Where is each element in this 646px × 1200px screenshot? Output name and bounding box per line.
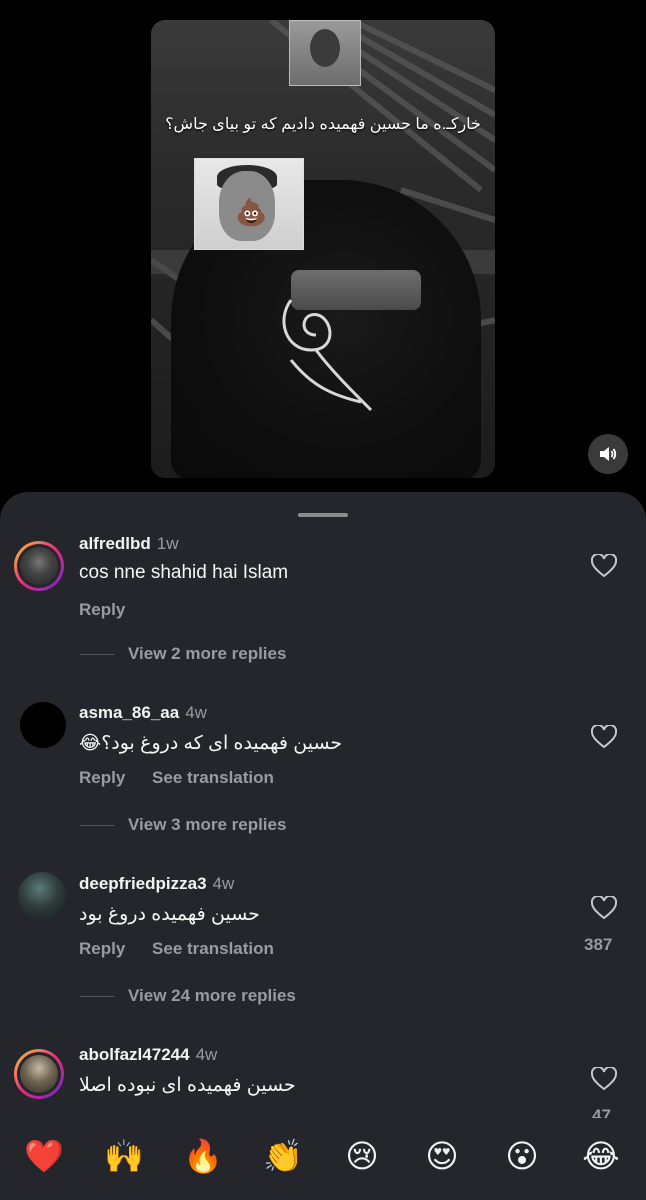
emoji-crying-button[interactable]: 😢: [340, 1140, 384, 1172]
see-translation-button[interactable]: See translation: [152, 939, 274, 958]
inset-photo-middle: 💩: [194, 158, 304, 250]
calligraphy-mark: [282, 299, 373, 412]
comment-text: حسین فهمیده ای که دروغ بود؟😂: [79, 733, 343, 754]
poop-emoji: 💩: [235, 197, 268, 227]
emoji-reaction-bar: ❤️ 🙌 🔥 👏 😢 😍 😮 😂: [0, 1118, 646, 1200]
inset-photo-top: [289, 20, 361, 86]
emoji-laughing-button[interactable]: 😂: [579, 1140, 623, 1172]
emoji-heart-eyes-button[interactable]: 😍: [420, 1140, 464, 1172]
comment-text: cos nne shahid hai Islam: [79, 562, 289, 583]
comment-username[interactable]: alfredlbd 1w: [79, 534, 179, 554]
avatar[interactable]: [18, 872, 66, 920]
emoji-clap-button[interactable]: 👏: [261, 1140, 305, 1172]
reply-button[interactable]: Reply: [79, 600, 125, 619]
like-heart-icon[interactable]: [591, 725, 617, 749]
view-more-replies[interactable]: View 24 more replies: [80, 986, 296, 1006]
speaker-icon: [600, 447, 617, 461]
view-more-replies[interactable]: View 2 more replies: [80, 644, 286, 664]
comment-text: حسین فهمیده دروغ بود: [79, 904, 260, 925]
avatar[interactable]: [14, 541, 64, 591]
volume-button[interactable]: [588, 434, 628, 474]
reply-button[interactable]: Reply: [79, 768, 125, 787]
comments-sheet[interactable]: alfredlbd 1w cos nne shahid hai Islam Rep…: [0, 492, 646, 1200]
like-heart-icon[interactable]: [591, 554, 617, 578]
emoji-raised-hands-button[interactable]: 🙌: [102, 1140, 146, 1172]
comment-actions: Reply See translation: [79, 939, 296, 959]
like-heart-icon[interactable]: [591, 1067, 617, 1091]
comment-username[interactable]: asma_86_aa 4w: [79, 703, 207, 723]
like-heart-icon[interactable]: [591, 896, 617, 920]
see-translation-button[interactable]: See translation: [152, 768, 274, 787]
emoji-heart-button[interactable]: ❤️: [22, 1140, 66, 1172]
avatar[interactable]: [20, 702, 66, 748]
comment-username[interactable]: deepfriedpizza3 4w: [79, 874, 234, 894]
like-count: 387: [584, 935, 613, 954]
emoji-surprised-button[interactable]: 😮: [500, 1140, 544, 1172]
avatar[interactable]: [14, 1049, 64, 1099]
view-more-replies[interactable]: View 3 more replies: [80, 815, 286, 835]
reply-button[interactable]: Reply: [79, 939, 125, 958]
comment-text: حسین فهمیده ای نبوده اصلا: [79, 1075, 296, 1096]
comment-username[interactable]: abolfazl47244 4w: [79, 1045, 217, 1065]
emoji-fire-button[interactable]: 🔥: [181, 1140, 225, 1172]
comment-actions: Reply: [79, 600, 147, 620]
comment-actions: Reply See translation: [79, 768, 296, 788]
sheet-drag-handle[interactable]: [298, 513, 348, 517]
video-caption: خارکـ.ه ما حسین فهمیده دادیم که تو بیای …: [165, 116, 481, 133]
